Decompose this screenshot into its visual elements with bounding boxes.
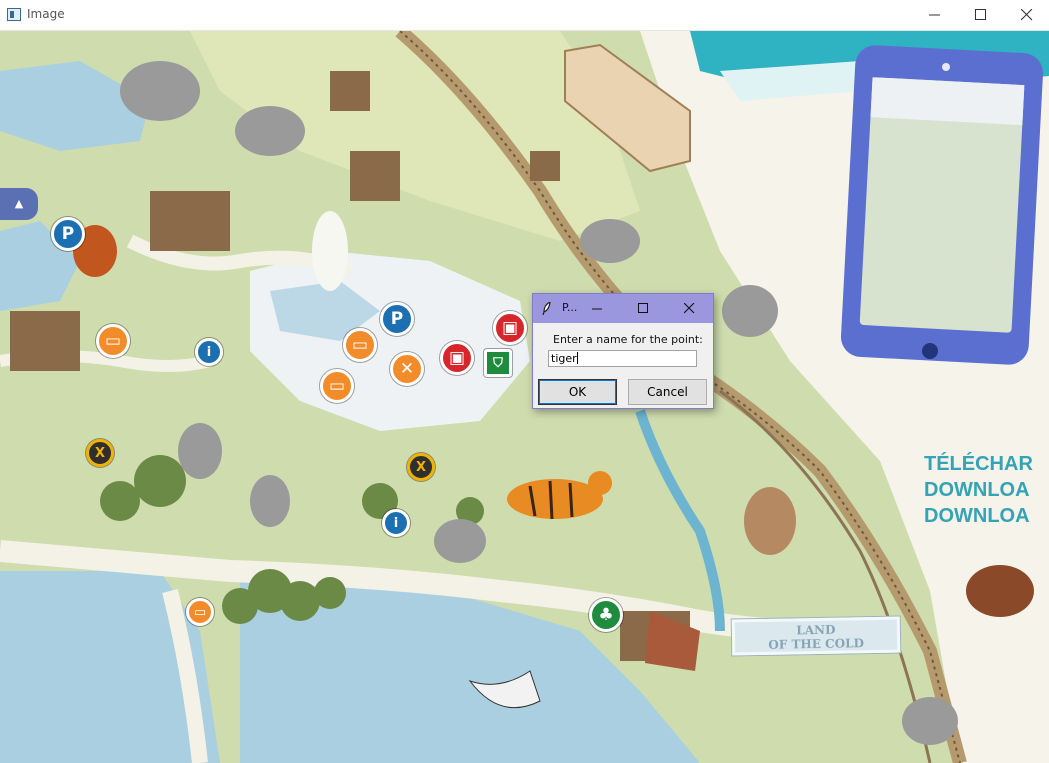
feather-icon <box>542 302 551 315</box>
minimize-icon <box>592 308 602 310</box>
info-pin: i <box>382 509 410 537</box>
gift-shop-pin: ▣ <box>493 311 527 345</box>
text-caret <box>576 352 578 364</box>
zoo-map-image[interactable]: ▲ TÉLÉCHAR DOWNLOA DOWNLOA LAND OF THE C… <box>0 31 1049 763</box>
food-pin: ▭ <box>186 598 214 626</box>
parking-pin: P <box>380 302 414 336</box>
cancel-button[interactable]: Cancel <box>628 379 707 405</box>
exit-pin: X <box>86 439 114 467</box>
map-side-tab: ▲ <box>0 188 38 220</box>
window-maximize-button[interactable] <box>958 0 1004 31</box>
ok-button[interactable]: OK <box>538 379 617 405</box>
window-title: Image <box>27 7 65 21</box>
dialog-minimize-button[interactable] <box>583 294 613 323</box>
window-minimize-button[interactable] <box>912 0 958 31</box>
point-name-dialog: P... Enter a name for the point: tiger O… <box>532 293 714 409</box>
download-promo-text: TÉLÉCHAR DOWNLOA DOWNLOA <box>924 451 1033 529</box>
food-pin: ▭ <box>343 328 377 362</box>
maximize-icon <box>638 303 648 313</box>
dialog-titlebar: P... <box>533 294 713 323</box>
food-pin: ▭ <box>320 369 354 403</box>
point-name-value: tiger <box>551 352 577 365</box>
shelter-pin: ⛉ <box>484 349 512 377</box>
promo-line-2: DOWNLOA <box>924 479 1030 501</box>
window-titlebar: Image <box>0 0 1049 31</box>
dialog-title: P... <box>562 301 578 314</box>
promo-line-3: DOWNLOA <box>924 505 1030 527</box>
window-close-button[interactable] <box>1004 0 1049 31</box>
dialog-close-button[interactable] <box>675 294 705 323</box>
maximize-icon <box>975 9 986 20</box>
close-icon <box>1021 9 1033 21</box>
picnic-pin: ♣ <box>589 598 623 632</box>
info-pin: i <box>195 338 223 366</box>
exit-pin: X <box>407 453 435 481</box>
promo-line-1: TÉLÉCHAR <box>924 453 1033 475</box>
land-of-the-cold-sign: LAND OF THE COLD <box>731 616 901 656</box>
map-illustration <box>0 31 1049 763</box>
close-icon <box>684 303 695 314</box>
dialog-prompt: Enter a name for the point: <box>553 333 703 346</box>
minimize-icon <box>929 14 940 16</box>
food-pin: ▭ <box>96 324 130 358</box>
app-icon <box>7 8 21 21</box>
gift-shop-pin: ▣ <box>440 341 474 375</box>
restaurant-pin: ✕ <box>390 352 424 386</box>
sign-line-2: OF THE COLD <box>768 636 865 652</box>
point-name-input[interactable]: tiger <box>548 350 697 367</box>
parking-pin: P <box>51 217 85 251</box>
dialog-maximize-button[interactable] <box>629 294 659 323</box>
